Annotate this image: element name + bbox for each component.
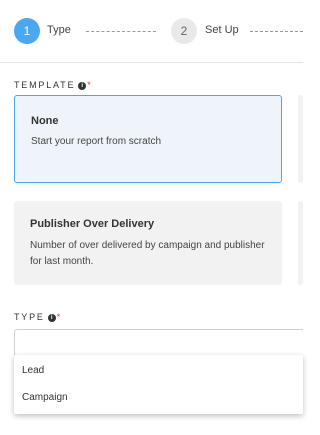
stepper-divider [0, 62, 303, 63]
step-1-number[interactable]: 1 [14, 18, 40, 44]
template-card-description: Start your report from scratch [31, 136, 162, 147]
template-card-description: Number of over delivered by campaign and… [30, 240, 265, 267]
type-label: TYPE [14, 312, 45, 322]
required-marker: * [56, 312, 61, 322]
type-select[interactable] [14, 329, 303, 357]
step-connector [250, 31, 303, 32]
dropdown-option-lead[interactable]: Lead [22, 365, 44, 376]
step-connector [86, 31, 156, 32]
template-card-partial[interactable] [298, 95, 303, 183]
step-2-label[interactable]: Set Up [205, 24, 239, 36]
template-card-partial[interactable] [298, 201, 303, 285]
template-card-title: None [31, 115, 59, 127]
template-section-label: TEMPLATE i * [14, 80, 91, 90]
template-label: TEMPLATE [14, 80, 76, 90]
info-icon[interactable]: i [78, 82, 87, 90]
type-dropdown-menu: Lead Campaign [14, 355, 303, 414]
dropdown-option-campaign[interactable]: Campaign [22, 392, 68, 403]
required-marker: * [87, 80, 91, 90]
step-2-number[interactable]: 2 [171, 18, 197, 44]
stepper: 1 Type 2 Set Up [0, 0, 303, 62]
step-1-label[interactable]: Type [47, 24, 71, 36]
type-section-label: TYPE i * [14, 312, 60, 322]
template-card-none[interactable]: None Start your report from scratch [14, 95, 282, 183]
template-card-title: Publisher Over Delivery [30, 218, 155, 230]
template-card-publisher-over-delivery[interactable]: Publisher Over Delivery Number of over d… [14, 201, 282, 285]
info-icon[interactable]: i [47, 314, 56, 322]
